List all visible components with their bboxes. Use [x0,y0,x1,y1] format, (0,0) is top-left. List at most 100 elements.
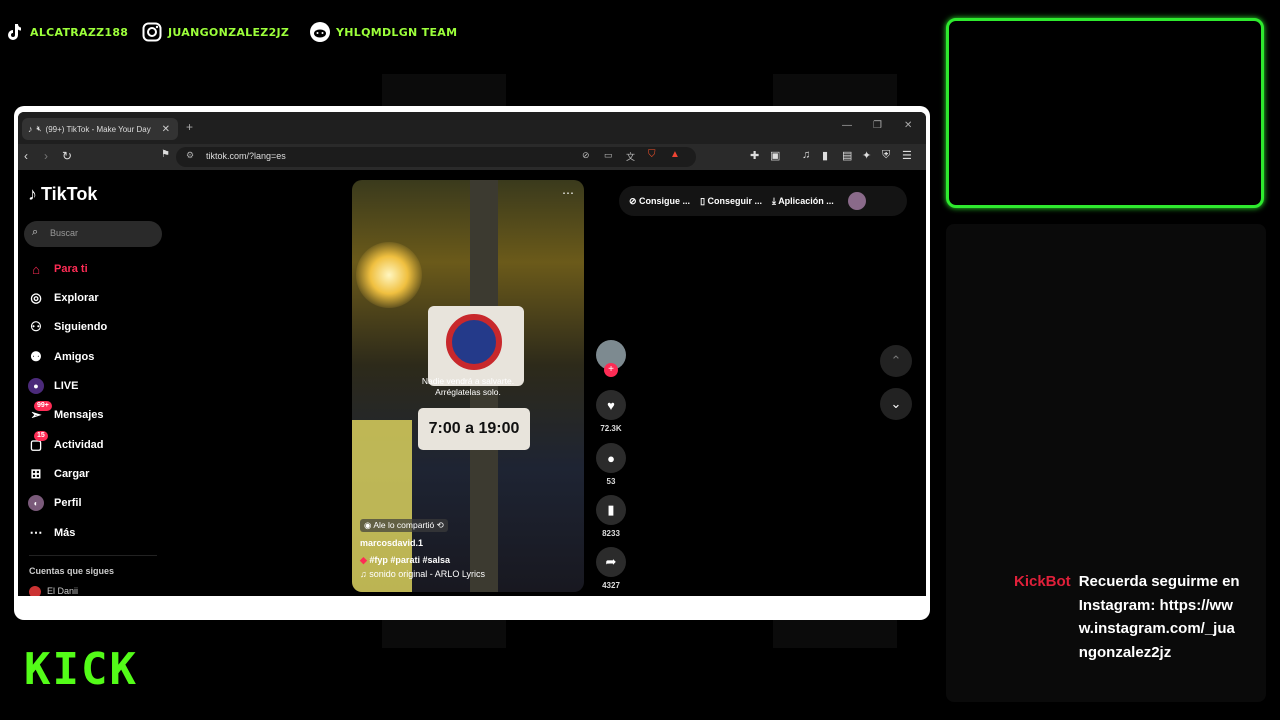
previous-video-button[interactable]: ⌃ [880,345,912,377]
sidebar-item-para-ti[interactable]: ⌂ Para ti [28,261,88,277]
repost-avatar: ◉ [364,520,374,530]
browser-tab[interactable]: ♪ 🔇︎ (99+) TikTok - Make Your Day ✕ [22,118,178,140]
sign-hours: 7:00 a 19:00 [418,408,530,450]
sidebar-item-cargar[interactable]: ⊞ Cargar [28,466,90,482]
social-handle: YHLQMDLGN TEAM [336,25,458,39]
tiktok-favicon-icon: ♪ [28,124,33,134]
sidebar-item-live[interactable]: ● LIVE [28,378,78,394]
upload-icon: ⊞ [30,466,42,481]
restore-icon[interactable]: ❐ [873,120,882,131]
following-account[interactable]: El Danii [29,586,78,596]
cast-icon[interactable]: ▭ [604,150,613,161]
home-icon: ⌂ [32,261,40,277]
sidebar-item-label: Actividad [54,439,104,451]
following-account-name: El Danii [47,586,79,596]
coin-icon: ⊘ [629,195,640,206]
music-note-icon: ♫ [360,569,370,579]
creator-avatar[interactable]: + [596,340,626,377]
social-reddit: YHLQMDLGN TEAM [310,20,457,44]
sidebar-item-explorar[interactable]: ◎ Explorar [28,290,99,306]
avatar [29,586,41,596]
messages-icon: ➣ 99+ [28,401,52,423]
chat-text: Recuerda seguirme en Instagram: https://… [1078,573,1240,661]
wallet-icon[interactable]: ▤ [842,149,852,162]
share-button[interactable]: ➦ 4327 [596,547,626,590]
brave-shield-icon[interactable]: ⛉ [648,149,656,160]
video-author[interactable]: marcosdavid.1 [360,538,423,548]
heart-icon: ♥ [596,390,626,420]
avatar[interactable] [847,192,866,210]
following-section-title: Cuentas que sigues [29,566,115,576]
music-icon[interactable]: ♫ [802,149,810,161]
save-button[interactable]: ▮ 8233 [596,495,626,538]
comment-icon: ● [596,443,626,473]
sidebar-item-mensajes[interactable]: ➣ 99+ Mensajes [28,401,104,423]
chevron-up-icon: ⌃ [890,353,902,368]
no-parking-circle [446,314,502,370]
phone-icon: ▯ [700,195,708,206]
sidebar-item-label: Para ti [54,263,88,275]
sidebar-item-amigos[interactable]: ⚉ Amigos [28,349,94,365]
graffiti-wall [352,420,412,592]
new-tab-icon[interactable]: + [186,120,193,134]
tiktok-icon [4,22,24,42]
get-app-button[interactable]: ▯ Conseguir ... [700,196,762,207]
street-lamp [356,242,422,308]
tracking-icon[interactable]: ⊘ [582,150,590,161]
comment-button[interactable]: ● 53 [596,443,626,486]
menu-icon[interactable]: ☰ [902,149,912,162]
sidebar-item-siguiendo[interactable]: ⚇ Siguiendo [28,319,107,335]
kick-logo: KICK [24,644,138,695]
tiktok-page: ♪ TikTok ⌕ Buscar ⌂ Para ti ◎ Explorar ⚇… [18,170,926,596]
get-coins-button[interactable]: ⊘ Consigue ... [629,196,690,207]
sidebar-item-mas[interactable]: ⋯ Más [28,525,76,541]
screenshot-icon[interactable]: ▣ [770,149,780,162]
social-instagram: JUANGONZALEZ2JZ [142,20,289,44]
like-count: 72.3K [600,424,622,433]
mute-icon[interactable]: 🔇︎ [37,124,42,134]
close-tab-icon[interactable]: ✕ [162,124,170,135]
next-video-button[interactable]: ⌄ [880,388,912,420]
browser-window: ♪ 🔇︎ (99+) TikTok - Make Your Day ✕ + — … [18,112,926,596]
address-bar[interactable]: ⚙ tiktok.com/?lang=es ⊘ ▭ 文 ⛉ ▲ [176,147,696,167]
sidebar-item-label: Más [54,527,76,539]
leo-icon[interactable]: ✦ [862,149,871,162]
close-window-icon[interactable]: ✕ [904,120,912,131]
video-caption-line2: Arréglatelas solo. [435,387,501,397]
minimize-icon[interactable]: — [842,120,852,131]
like-button[interactable]: ♥ 72.3K [596,390,626,433]
video-hashtags-row[interactable]: ◆ #fyp #parati #salsa [360,555,450,566]
sidebar-item-actividad[interactable]: ▢ 15 Actividad [28,431,104,453]
tiktok-logo[interactable]: ♪ TikTok [28,184,97,205]
forward-icon[interactable]: › [44,149,48,163]
back-icon[interactable]: ‹ [24,149,28,163]
shared-by-label[interactable]: ◉ Ale lo compartió ⟲ [360,519,448,532]
tiktok-icon: ♪ [28,184,37,204]
download-app-label: Aplicación ... [778,195,834,206]
translate-icon[interactable]: 文 [626,150,635,163]
save-count: 8233 [602,529,620,538]
extensions-icon[interactable]: ✚ [750,149,759,162]
sidebar-toggle-icon[interactable]: ▮ [822,149,828,162]
video-sound: sonido original - ARLO Lyrics [369,569,485,579]
top-actions-bar: ⊘ Consigue ... ▯ Conseguir ... ⤓ Aplicac… [619,186,907,216]
reload-icon[interactable]: ↻ [62,149,72,163]
site-info-icon[interactable]: ⚙ [186,150,194,161]
video-player[interactable]: 7:00 a 19:00 Nadie vendrá a salvarte. Ar… [352,180,584,592]
share-count: 4327 [602,581,620,590]
comment-count: 53 [606,477,616,486]
search-input[interactable]: ⌕ Buscar [24,221,162,247]
follow-plus-icon[interactable]: + [604,363,618,377]
more-options-icon[interactable]: ⋯ [562,186,574,200]
sidebar-item-label: Explorar [54,292,99,304]
lamp-post [470,180,498,592]
bookmark-icon[interactable]: ⚑ [161,149,170,160]
notification-badge: 15 [34,431,48,441]
compass-icon: ◎ [30,290,42,305]
vpn-icon[interactable]: ⛨ [882,149,890,162]
sidebar-item-perfil[interactable]: ◐ Perfil [28,495,82,511]
video-sound-row[interactable]: ♫ sonido original - ARLO Lyrics [360,569,485,579]
sidebar-item-label: Cargar [54,468,90,480]
rewards-icon[interactable]: ▲ [670,149,680,160]
download-app-button[interactable]: ⤓ Aplicación ... [772,196,834,207]
